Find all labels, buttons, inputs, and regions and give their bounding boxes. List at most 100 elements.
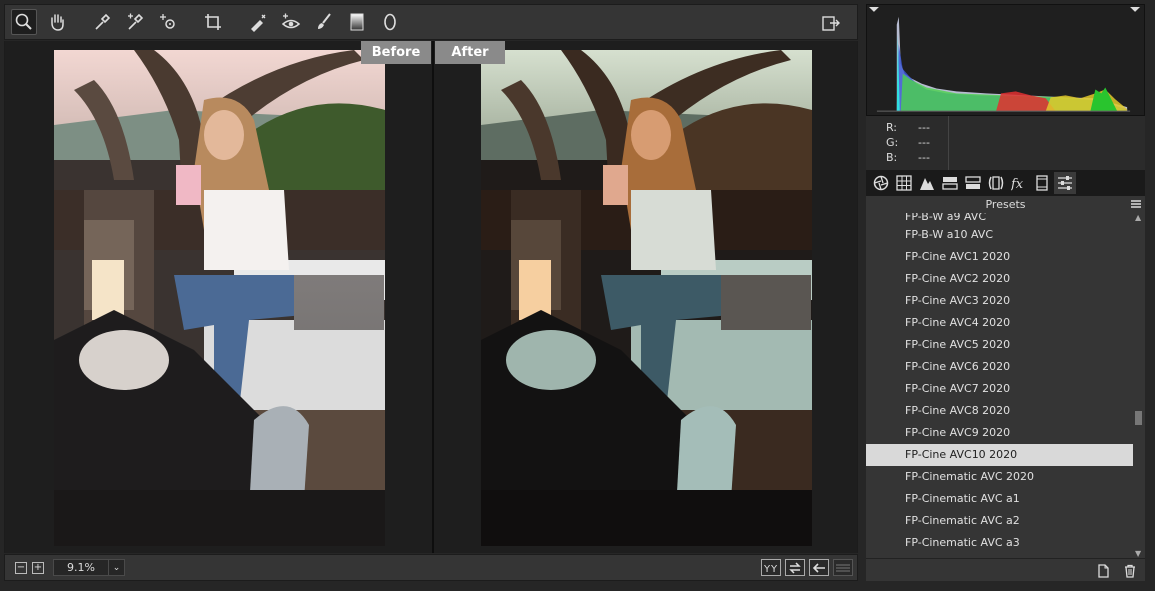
- adjustment-brush-tool-button[interactable]: [311, 9, 337, 35]
- preset-item[interactable]: FP-Cinematic AVC a3: [866, 532, 1133, 554]
- hand-tool-button[interactable]: [44, 9, 70, 35]
- preview-bottom-bar: − + 9.1% ⌄ YY: [4, 554, 858, 581]
- shadow-clipping-icon: [868, 6, 879, 12]
- readout-divider: [948, 116, 949, 170]
- brush-icon: [318, 13, 331, 29]
- red-eye-tool-button[interactable]: [278, 9, 304, 35]
- white-balance-tool-button[interactable]: [89, 9, 115, 35]
- g-label: G:: [886, 136, 899, 149]
- preview-preferences-button[interactable]: [833, 559, 853, 576]
- tab-camera-calibration[interactable]: [1031, 172, 1053, 194]
- preset-item[interactable]: FP-Cinematic AVC 2020: [866, 466, 1133, 488]
- lens-icon: [988, 176, 1004, 190]
- highlight-clipping-icon: [1130, 6, 1141, 12]
- histogram-graphic: [868, 6, 1141, 112]
- mountain-icon: [920, 178, 934, 190]
- preset-item[interactable]: FP-Cine AVC9 2020: [866, 422, 1133, 444]
- rgb-readout: R: --- G: --- B: ---: [866, 116, 1145, 170]
- presets-scrollbar[interactable]: ▲ ▼: [1133, 213, 1145, 558]
- preset-item[interactable]: FP-Cine AVC5 2020: [866, 334, 1133, 356]
- presets-list[interactable]: FP-B-W a9 AVC FP-B-W a10 AVC FP-Cine AVC…: [866, 213, 1133, 558]
- b-label: B:: [886, 151, 898, 164]
- b-value: ---: [918, 151, 930, 164]
- fx-icon: fx: [1011, 177, 1024, 191]
- raw-editor-window: Before After − + 9.1% ⌄ YY R: --- G: ---…: [0, 0, 1155, 591]
- zoom-in-button[interactable]: +: [32, 561, 44, 574]
- trash-icon[interactable]: [1123, 564, 1137, 578]
- split-toning-icon: [965, 176, 981, 189]
- zoom-level-select[interactable]: 9.1% ⌄: [53, 559, 125, 576]
- radial-filter-icon: [384, 13, 396, 31]
- hsl-icon: [942, 177, 958, 190]
- preview-area[interactable]: Before After: [4, 41, 858, 553]
- presets-header: Presets: [866, 196, 1145, 213]
- g-value: ---: [918, 136, 930, 149]
- preset-item[interactable]: FP-Cine AVC2 2020: [866, 268, 1133, 290]
- tab-hsl[interactable]: [939, 172, 961, 194]
- tab-presets[interactable]: [1054, 172, 1076, 194]
- grid-icon: [896, 175, 912, 191]
- before-image[interactable]: [54, 50, 385, 546]
- graduated-filter-tool-button[interactable]: [344, 9, 370, 35]
- crop-icon: [205, 14, 221, 30]
- red-eye-icon: [281, 13, 301, 29]
- targeted-adjustment-tool-button[interactable]: [155, 9, 181, 35]
- tab-tone-curve[interactable]: [893, 172, 915, 194]
- after-label: After: [435, 41, 505, 64]
- sliders-icon: [1058, 176, 1072, 190]
- swap-icon: [789, 561, 801, 574]
- tab-lens-corrections[interactable]: [985, 172, 1007, 194]
- crop-tool-button[interactable]: [200, 9, 226, 35]
- preset-item[interactable]: FP-Cine AVC1 2020: [866, 246, 1133, 268]
- presets-title: Presets: [985, 198, 1026, 211]
- scrollbar-thumb[interactable]: [1135, 411, 1142, 425]
- color-sampler-icon: [128, 13, 144, 30]
- zoom-tool-button[interactable]: [11, 9, 37, 35]
- preset-item[interactable]: FP-Cine AVC6 2020: [866, 356, 1133, 378]
- copy-settings-button[interactable]: [809, 559, 829, 576]
- film-icon: [1036, 175, 1048, 191]
- hand-icon: [51, 14, 64, 31]
- tab-split-toning[interactable]: [962, 172, 984, 194]
- chevron-up-icon[interactable]: ▲: [1135, 213, 1141, 222]
- tab-detail[interactable]: [916, 172, 938, 194]
- histogram: [866, 4, 1145, 116]
- after-image[interactable]: [481, 50, 812, 546]
- preset-item-selected[interactable]: FP-Cine AVC10 2020: [866, 444, 1133, 466]
- tab-basic[interactable]: [870, 172, 892, 194]
- swap-settings-button[interactable]: [785, 559, 805, 576]
- preset-item[interactable]: FP-Cinematic AVC a1: [866, 488, 1133, 510]
- preset-item[interactable]: FP-Cinematic AVC a2: [866, 510, 1133, 532]
- svg-text:fx: fx: [1011, 177, 1024, 191]
- arrow-left-icon: [812, 562, 825, 573]
- radial-filter-tool-button[interactable]: [377, 9, 403, 35]
- new-preset-icon[interactable]: [1096, 564, 1110, 578]
- split-divider: [432, 41, 434, 553]
- before-label: Before: [361, 41, 431, 64]
- menu-icon[interactable]: [1131, 199, 1141, 209]
- preset-item[interactable]: FP-B-W a9 AVC: [866, 213, 1133, 224]
- open-in-photoshop-button[interactable]: [818, 10, 844, 36]
- color-sampler-tool-button[interactable]: [122, 9, 148, 35]
- zoom-out-button[interactable]: −: [15, 561, 27, 574]
- after-photo-graphic: [481, 50, 812, 546]
- spot-removal-icon: [251, 14, 266, 32]
- preset-item[interactable]: FP-B-W a10 AVC: [866, 224, 1133, 246]
- preset-item[interactable]: FP-Cine AVC3 2020: [866, 290, 1133, 312]
- svg-text:Y: Y: [770, 564, 778, 574]
- before-photo-graphic: [54, 50, 385, 546]
- zoom-level-value: 9.1%: [67, 561, 95, 574]
- spot-removal-tool-button[interactable]: [245, 9, 271, 35]
- toolbar: [4, 4, 858, 40]
- graduated-filter-icon: [350, 13, 364, 31]
- chevron-down-icon[interactable]: ⌄: [108, 560, 124, 575]
- preset-item[interactable]: FP-Cine AVC4 2020: [866, 312, 1133, 334]
- preset-item[interactable]: FP-Cine AVC7 2020: [866, 378, 1133, 400]
- tab-effects[interactable]: fx: [1008, 172, 1030, 194]
- zoom-icon: [15, 13, 32, 30]
- targeted-adjustment-icon: [160, 14, 175, 29]
- view-mode-buttons: YY: [761, 559, 853, 576]
- chevron-down-icon[interactable]: ▼: [1135, 549, 1141, 558]
- before-after-view-button[interactable]: YY: [761, 559, 781, 576]
- preset-item[interactable]: FP-Cine AVC8 2020: [866, 400, 1133, 422]
